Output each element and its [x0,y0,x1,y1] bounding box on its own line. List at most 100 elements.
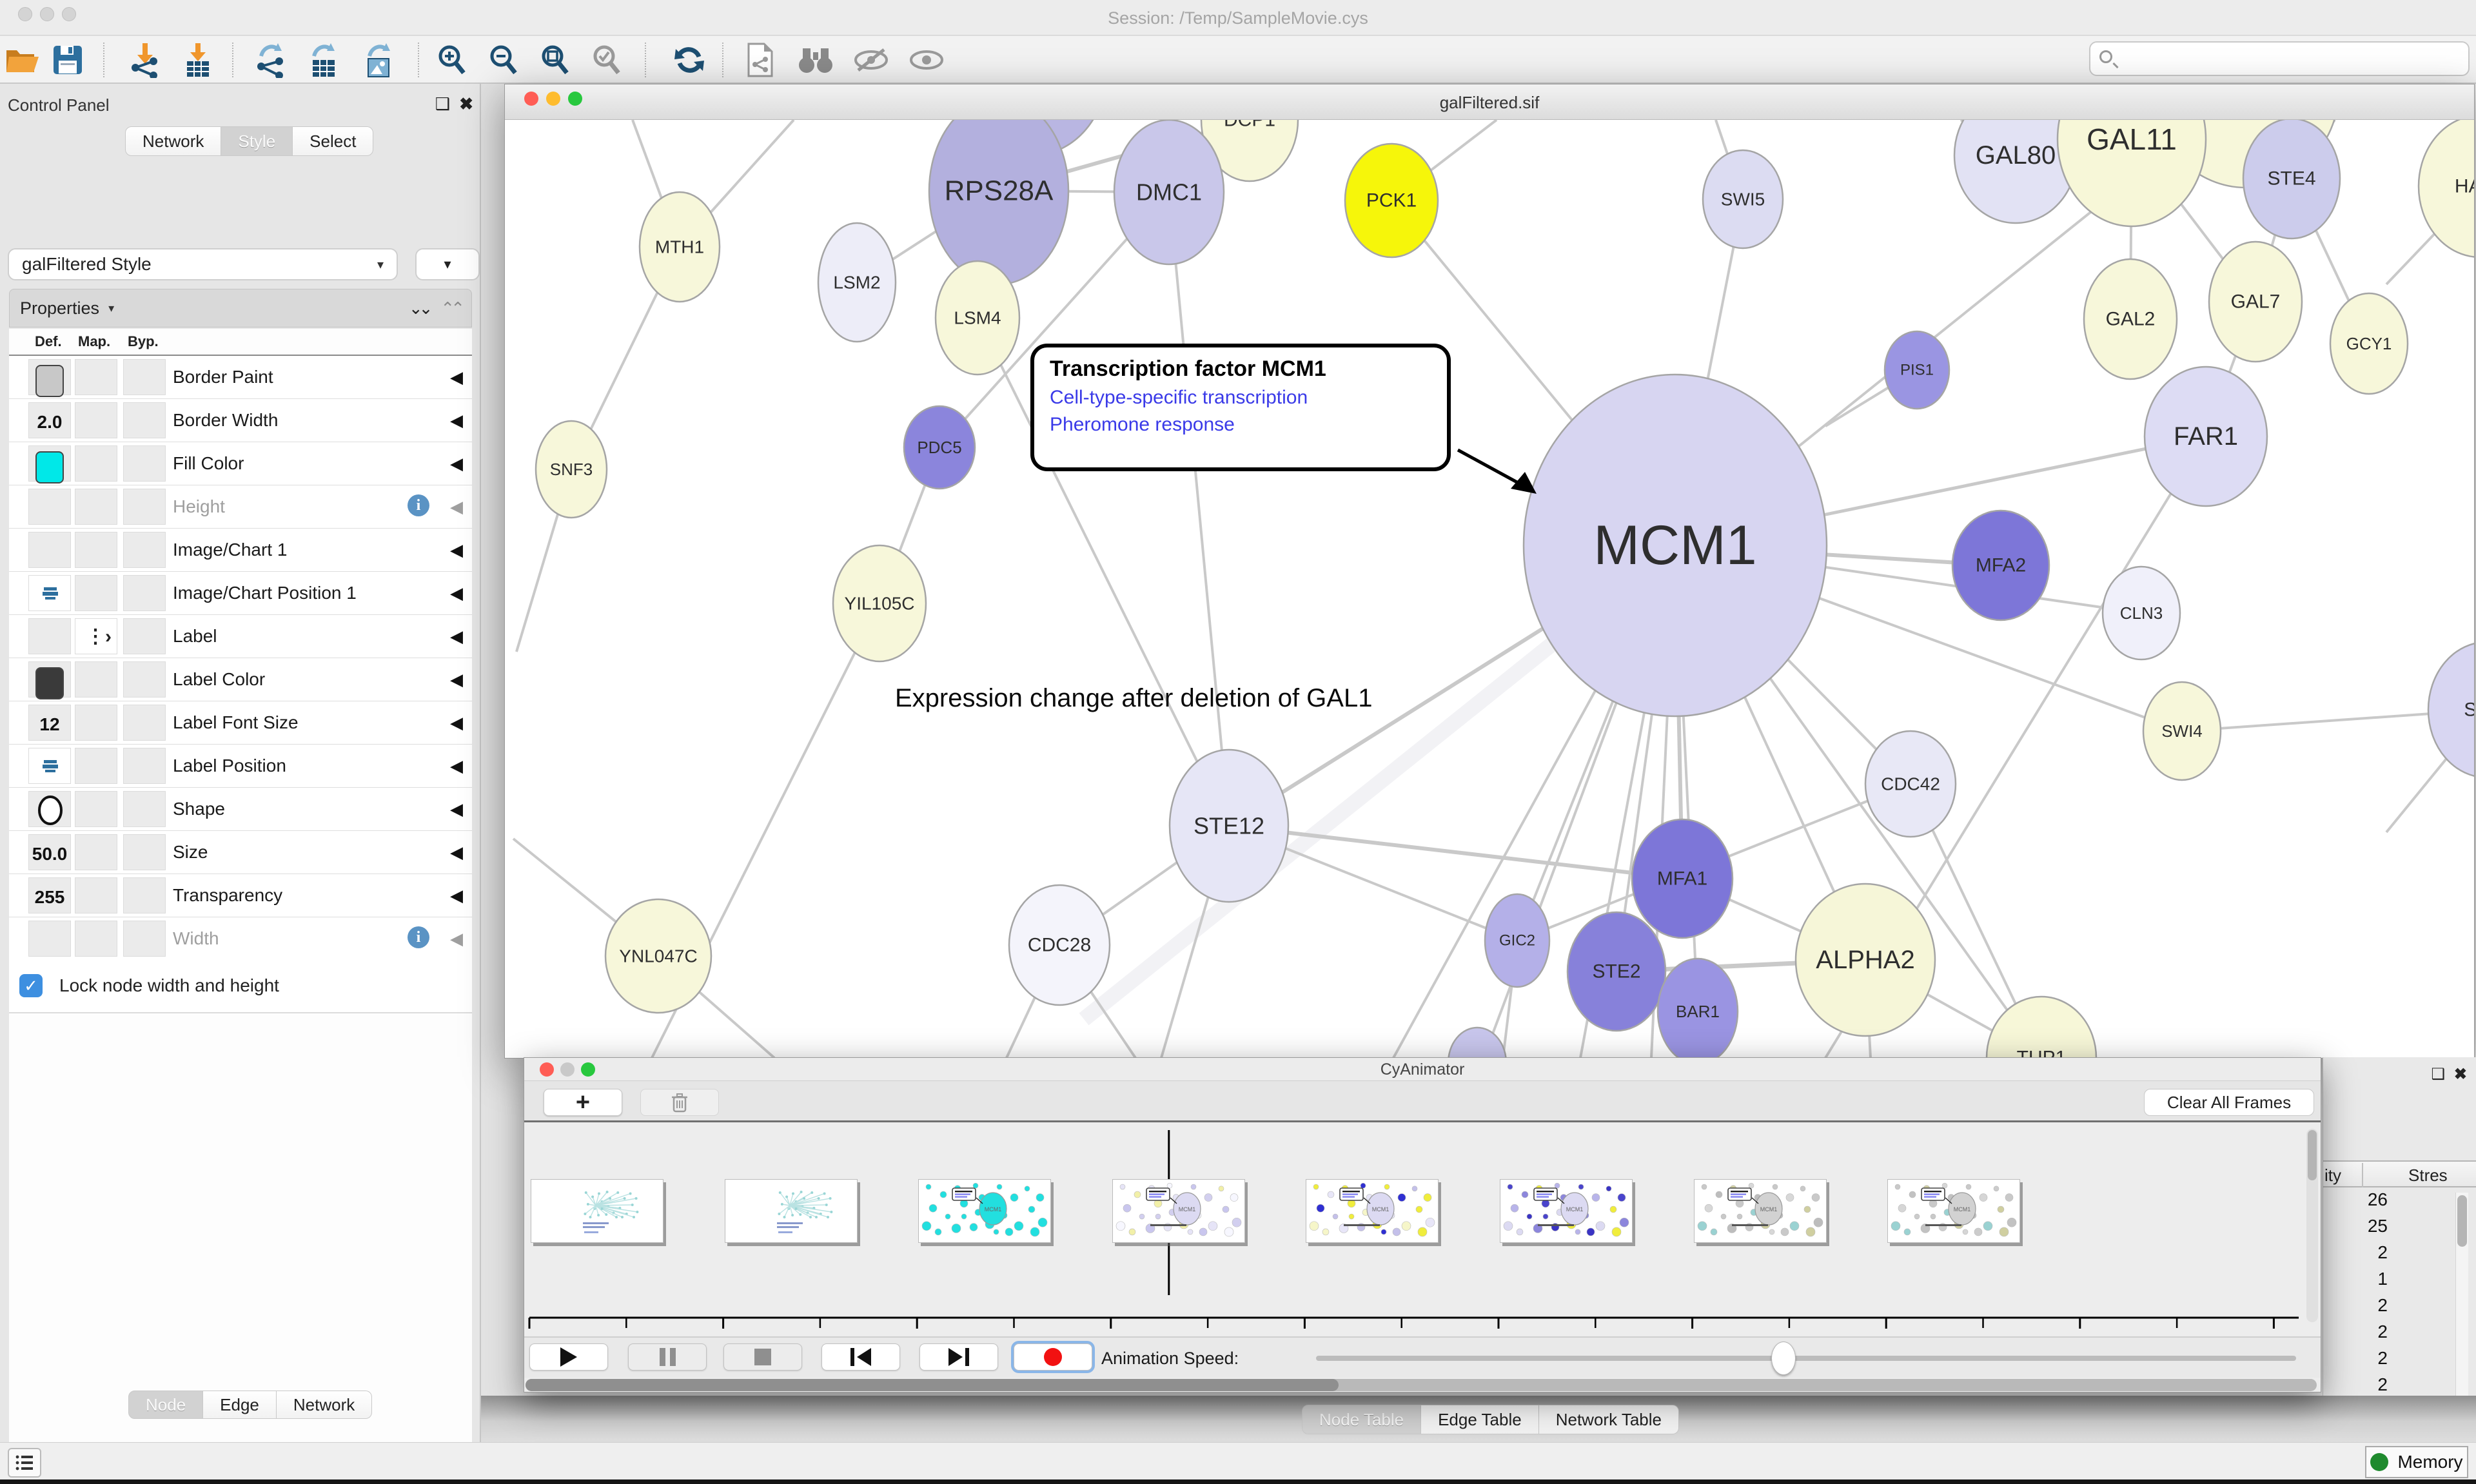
table-cell[interactable]: 1 [2323,1269,2388,1289]
table-cell[interactable]: 2 [2323,1374,2388,1395]
add-frame-button[interactable]: + [544,1089,622,1116]
info-icon[interactable]: i [408,494,429,516]
expand-row-icon[interactable]: ◀ [450,886,463,906]
expand-row-icon[interactable]: ◀ [450,497,463,517]
network-edge[interactable] [1169,192,1229,826]
expand-row-icon[interactable]: ◀ [450,713,463,733]
default-value[interactable]: 2.0 [29,412,70,433]
column-header-stress[interactable]: Stres [2408,1166,2448,1186]
expand-row-icon[interactable]: ◀ [450,670,463,690]
network-node-smallb[interactable] [1448,1028,1506,1058]
zoom-in-icon[interactable] [433,41,471,79]
tab-node-table[interactable]: Node Table [1302,1405,1421,1434]
annotation-link-1[interactable]: Cell-type-specific transcription [1050,387,1431,409]
keyframe-thumbnail-5[interactable]: MCM1 [1500,1179,1633,1243]
timeline-vscrollbar[interactable] [2306,1129,2318,1322]
collapse-all-icon[interactable]: ⌃⌃ [440,298,461,318]
property-row-image-chart-1[interactable]: Image/Chart 1◀ [9,529,472,572]
table-cell[interactable]: 25 [2323,1216,2388,1236]
keyframe-thumbnail-6[interactable]: MCM1 [1694,1179,1827,1243]
cyanimator-titlebar[interactable]: CyAnimator [524,1058,2321,1081]
keyframe-thumbnail-7[interactable]: MCM1 [1887,1179,2020,1243]
keyframe-thumbnail-2[interactable]: MCM1 [918,1179,1051,1243]
annotation-box[interactable]: Transcription factor MCM1 Cell-type-spec… [1030,344,1451,471]
property-row-size[interactable]: 50.0Size◀ [9,831,472,874]
keyframe-thumbnail-4[interactable]: MCM1 [1306,1179,1439,1243]
record-button[interactable] [1014,1343,1092,1371]
tab-style[interactable]: Style [221,126,293,156]
float-panel-icon[interactable]: ❑ [2431,1065,2445,1084]
zoom-selected-icon[interactable] [588,41,625,79]
property-row-image-chart-position-1[interactable]: Image/Chart Position 1◀ [9,572,472,615]
expand-row-icon[interactable]: ◀ [450,799,463,819]
search-input[interactable] [2089,41,2470,76]
tab-network[interactable]: Network [277,1391,372,1419]
keyframe-thumbnail-3[interactable]: MCM1 [1112,1179,1245,1243]
find-icon[interactable] [797,41,834,79]
skip-to-end-button[interactable] [919,1343,998,1371]
expand-row-icon[interactable]: ◀ [450,756,463,776]
property-row-fill-color[interactable]: Fill Color◀ [9,442,472,485]
property-row-label[interactable]: ⋮›Label◀ [9,615,472,658]
clone-network-icon[interactable] [742,41,779,79]
column-header-centrality[interactable]: ity [2324,1166,2341,1186]
checkbox-checked-icon[interactable]: ✓ [19,974,43,997]
apply-layout-icon[interactable] [671,41,708,79]
table-cell[interactable]: 26 [2323,1189,2388,1210]
tab-edge[interactable]: Edge [203,1391,277,1419]
color-swatch[interactable] [35,365,64,397]
network-canvas[interactable]: DCP1RPS28ADMC1PCK1SWI5MTH1LSM2LSM4GAL80G… [505,120,2474,1058]
default-value[interactable]: 255 [29,887,70,908]
keyframe-thumbnail-1[interactable] [725,1179,858,1243]
default-value[interactable]: 12 [29,714,70,735]
tab-select[interactable]: Select [293,126,373,156]
property-row-width[interactable]: Widthi◀ [9,917,472,961]
lock-size-row[interactable]: ✓ Lock node width and height [9,959,472,1013]
float-panel-icon[interactable]: ❑ [435,94,450,114]
timeline-hscrollbar[interactable] [526,1379,2317,1391]
property-row-transparency[interactable]: 255Transparency◀ [9,874,472,917]
show-panels-button[interactable] [8,1448,41,1478]
properties-header[interactable]: Properties ▾ ⌄⌄ ⌃⌃ [9,289,472,327]
tab-node[interactable]: Node [128,1391,203,1419]
expand-row-icon[interactable]: ◀ [450,367,463,387]
animation-speed-slider[interactable] [1316,1356,2296,1361]
expand-row-icon[interactable]: ◀ [450,929,463,949]
export-table-icon[interactable] [306,41,343,79]
save-session-icon[interactable] [49,41,86,79]
tab-network-table[interactable]: Network Table [1539,1405,1679,1434]
skip-to-start-button[interactable] [821,1343,900,1371]
memory-button[interactable]: Memory [2365,1446,2468,1478]
close-panel-icon[interactable]: ✖ [459,94,473,114]
style-selector[interactable]: galFiltered Style ▾ [8,248,398,280]
color-swatch[interactable] [35,667,64,699]
table-cell[interactable]: 2 [2323,1242,2388,1263]
style-options-button[interactable]: ▾ [415,248,480,280]
zoom-out-icon[interactable] [485,41,522,79]
annotation-link-2[interactable]: Pheromone response [1050,414,1431,436]
hide-details-icon[interactable] [852,41,890,79]
expand-row-icon[interactable]: ◀ [450,843,463,863]
property-row-label-color[interactable]: Label Color◀ [9,658,472,701]
tab-network[interactable]: Network [125,126,221,156]
expand-row-icon[interactable]: ◀ [450,583,463,603]
table-cell[interactable]: 2 [2323,1348,2388,1369]
show-details-icon[interactable] [908,41,945,79]
property-row-border-paint[interactable]: Border Paint◀ [9,356,472,399]
table-scrollbar[interactable] [2455,1193,2468,1425]
pause-button[interactable] [628,1343,707,1371]
export-image-icon[interactable] [361,41,398,79]
tab-edge-table[interactable]: Edge Table [1421,1405,1539,1434]
keyframe-thumbnail-0[interactable] [531,1179,663,1243]
slider-knob[interactable] [1771,1342,1796,1375]
property-row-shape[interactable]: Shape◀ [9,788,472,831]
expand-all-icon[interactable]: ⌄⌄ [409,298,429,318]
delete-frame-button[interactable] [640,1089,719,1116]
export-network-icon[interactable] [253,41,290,79]
property-row-border-width[interactable]: 2.0Border Width◀ [9,399,472,442]
info-icon[interactable]: i [408,926,429,948]
property-row-label-position[interactable]: Label Position◀ [9,745,472,788]
clear-all-frames-button[interactable]: Clear All Frames [2144,1089,2314,1116]
property-row-label-font-size[interactable]: 12Label Font Size◀ [9,701,472,745]
table-cell[interactable]: 2 [2323,1322,2388,1342]
